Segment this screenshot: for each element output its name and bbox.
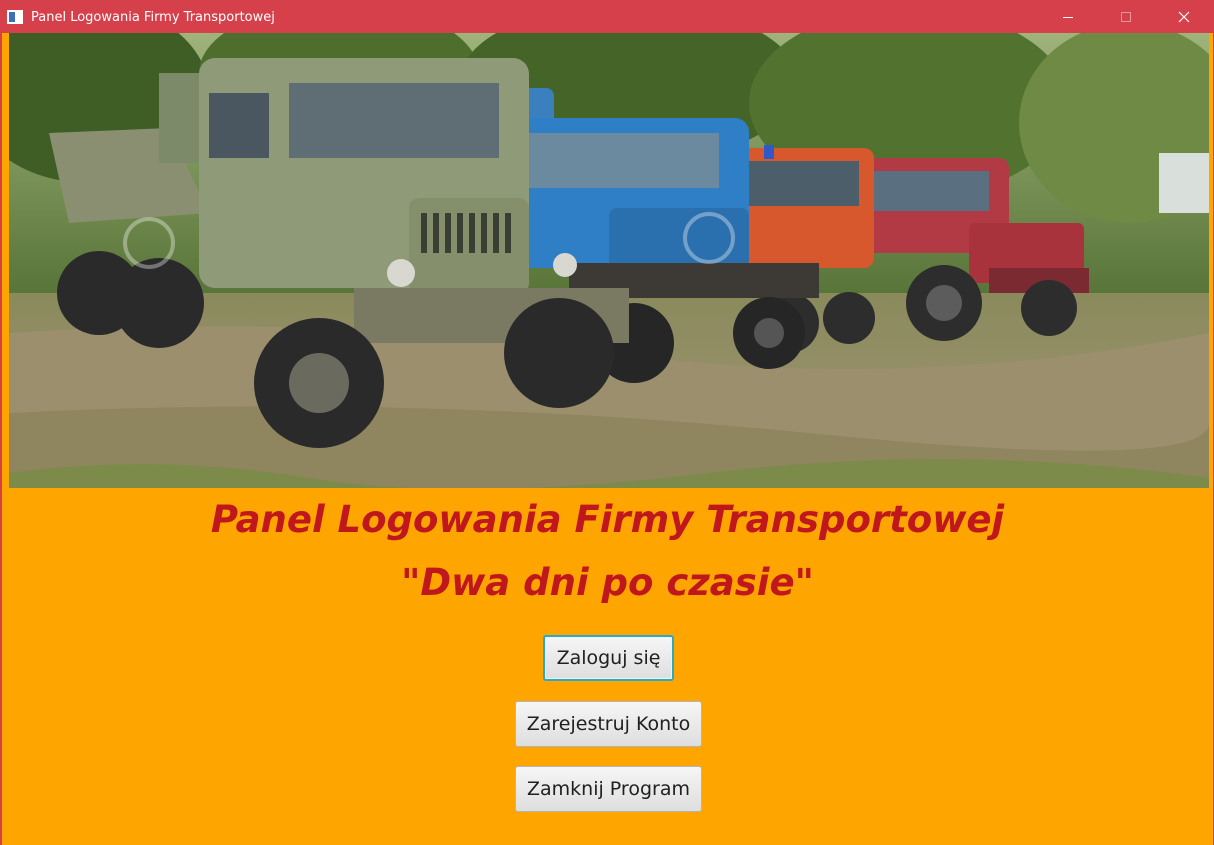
window-title: Panel Logowania Firmy Transportowej <box>31 9 275 25</box>
maximize-button[interactable] <box>1097 1 1155 33</box>
close-window-button[interactable] <box>1155 1 1213 33</box>
login-button[interactable]: Zaloguj się <box>543 635 674 681</box>
close-icon <box>1178 11 1190 23</box>
minimize-button[interactable] <box>1039 1 1097 33</box>
maximize-icon <box>1121 12 1131 22</box>
register-account-button[interactable]: Zarejestruj Konto <box>515 701 702 747</box>
app-icon <box>7 10 23 24</box>
close-program-button[interactable]: Zamknij Program <box>515 766 702 812</box>
trucks-photo <box>9 33 1209 488</box>
minimize-icon <box>1063 17 1073 18</box>
banner-image <box>9 33 1209 488</box>
page-title: Panel Logowania Firmy Transportowej <box>210 498 1005 541</box>
company-slogan: "Dwa dni po czasie" <box>401 561 814 604</box>
window-controls <box>1039 1 1213 33</box>
application-window: Panel Logowania Firmy Transportowej Pane… <box>0 0 1214 845</box>
title-bar[interactable]: Panel Logowania Firmy Transportowej <box>1 1 1213 33</box>
main-panel: Panel Logowania Firmy Transportowej "Dwa… <box>2 33 1213 845</box>
